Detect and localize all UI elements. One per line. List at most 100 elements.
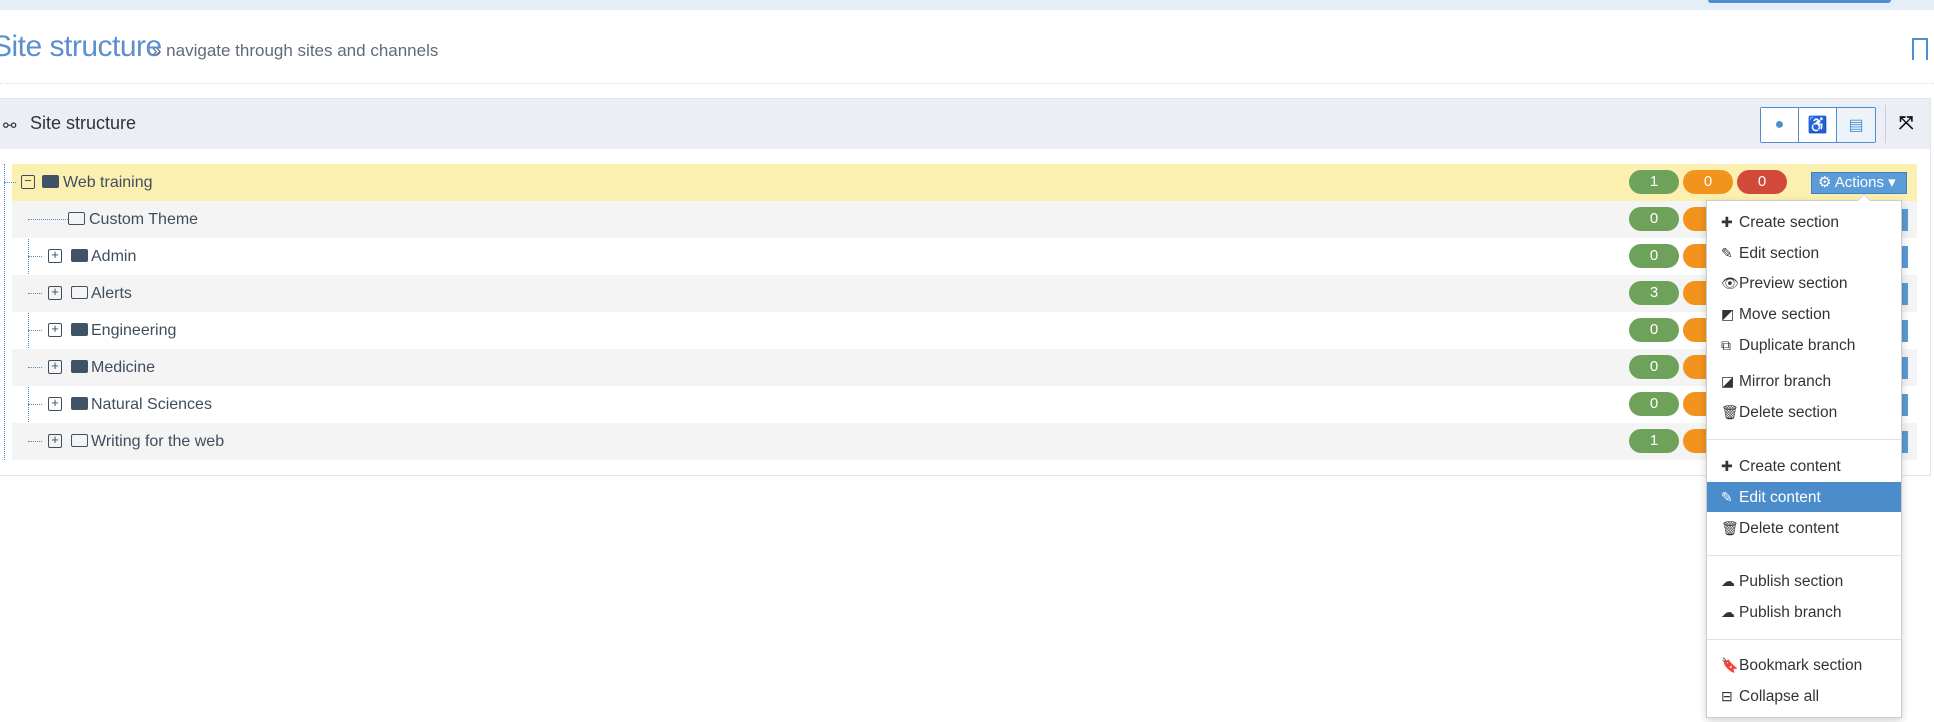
menu-divider bbox=[1707, 439, 1901, 440]
publish-icon: ☁ bbox=[1721, 573, 1735, 589]
mirror-icon: ◪ bbox=[1721, 373, 1735, 389]
menu-item-label: Edit section bbox=[1739, 245, 1820, 262]
tree-line bbox=[28, 256, 42, 257]
caret-down-icon: ▾ bbox=[1884, 174, 1896, 191]
menu-item-create-content[interactable]: ✚ Create content bbox=[1707, 451, 1901, 481]
tree-row[interactable]: + Alerts 3 bbox=[12, 275, 1917, 312]
count-badge: 0 bbox=[1737, 170, 1787, 194]
expand-toggle-icon[interactable]: + bbox=[48, 248, 62, 263]
collapse-toggle-icon[interactable]: − bbox=[21, 174, 35, 189]
tree-line bbox=[28, 367, 42, 368]
fullscreen-icon[interactable]: ⤧ bbox=[1899, 113, 1913, 134]
move-icon: ◩ bbox=[1721, 306, 1735, 322]
tree-label[interactable]: Alerts bbox=[91, 285, 132, 303]
tree-label[interactable]: Custom Theme bbox=[89, 211, 198, 229]
menu-item-publish-branch[interactable]: ☁ Publish branch bbox=[1707, 597, 1901, 627]
preview-icon: 👁 bbox=[1721, 275, 1739, 291]
tree-label[interactable]: Natural Sciences bbox=[91, 396, 212, 414]
menu-item-move-section[interactable]: ◩ Move section bbox=[1707, 299, 1901, 329]
count-badge: 0 bbox=[1683, 170, 1733, 194]
actions-button[interactable] bbox=[1902, 320, 1908, 342]
edit-icon: ✎ bbox=[1721, 245, 1733, 261]
tree-row[interactable]: + Natural Sciences 0 bbox=[12, 386, 1917, 423]
actions-button[interactable] bbox=[1902, 283, 1908, 305]
tree-row[interactable]: + Engineering 0 bbox=[12, 312, 1917, 349]
menu-item-label: Duplicate branch bbox=[1739, 337, 1856, 354]
delete-icon: 🗑 bbox=[1721, 520, 1739, 536]
menu-item-label: Edit content bbox=[1739, 489, 1821, 506]
folder-icon bbox=[71, 249, 88, 262]
actions-button[interactable]: ⚙ Actions ▾ bbox=[1811, 172, 1907, 194]
folder-open-icon bbox=[68, 212, 85, 225]
expand-toggle-icon[interactable]: + bbox=[48, 359, 62, 374]
menu-item-collapse-all[interactable]: ⊟ Collapse all bbox=[1707, 681, 1901, 711]
panel-header: ⚯ Site structure ● ♿ ▤ ⤧ bbox=[0, 99, 1930, 149]
tree-line bbox=[28, 330, 42, 331]
actions-button[interactable] bbox=[1902, 357, 1908, 379]
wheelchair-icon[interactable]: ♿ bbox=[1799, 108, 1837, 142]
menu-item-label: Delete content bbox=[1739, 520, 1839, 537]
menu-item-preview-section[interactable]: 👁Preview section bbox=[1707, 268, 1901, 298]
menu-item-label: Publish branch bbox=[1739, 604, 1842, 621]
actions-button[interactable] bbox=[1902, 394, 1908, 416]
count-badge: 0 bbox=[1629, 355, 1679, 379]
tree-label[interactable]: Web training bbox=[63, 174, 153, 192]
menu-divider bbox=[1707, 555, 1901, 556]
menu-item-label: Delete section bbox=[1739, 404, 1838, 421]
tree-label[interactable]: Admin bbox=[91, 248, 136, 266]
menu-item-label: Create section bbox=[1739, 214, 1839, 231]
tree-row-root[interactable]: − Web training 1 0 0 ⚙ Actions ▾ bbox=[4, 164, 1917, 201]
actions-button[interactable] bbox=[1902, 209, 1908, 231]
folder-icon bbox=[71, 397, 88, 410]
expand-toggle-icon[interactable]: + bbox=[48, 322, 62, 337]
menu-item-label: Move section bbox=[1739, 306, 1831, 323]
tree-row[interactable]: + Admin 0 bbox=[12, 238, 1917, 275]
create-icon: ✚ bbox=[1721, 458, 1733, 474]
menu-item-duplicate-branch[interactable]: ⧉ Duplicate branch bbox=[1707, 330, 1901, 360]
actions-button[interactable] bbox=[1902, 246, 1908, 268]
top-bar bbox=[0, 0, 1934, 10]
count-badge: 0 bbox=[1629, 392, 1679, 416]
count-badge: 0 bbox=[1629, 318, 1679, 342]
folder-icon bbox=[71, 323, 88, 336]
top-button[interactable] bbox=[1708, 0, 1891, 3]
expand-toggle-icon[interactable]: + bbox=[48, 285, 62, 300]
globe-icon[interactable]: ● bbox=[1761, 108, 1799, 142]
expand-toggle-icon[interactable]: + bbox=[48, 396, 62, 411]
folder-open-icon bbox=[71, 286, 88, 299]
tree-row[interactable]: Custom Theme 0 bbox=[12, 201, 1917, 238]
tree-row[interactable]: + Writing for the web 1 bbox=[12, 423, 1917, 460]
tree-label[interactable]: Writing for the web bbox=[91, 433, 224, 451]
menu-item-delete-section[interactable]: 🗑Delete section bbox=[1707, 397, 1901, 427]
count-badge: 1 bbox=[1629, 170, 1679, 194]
menu-item-create-section[interactable]: ✚ Create section bbox=[1707, 207, 1901, 237]
delete-icon: 🗑 bbox=[1721, 404, 1739, 420]
sitemap-icon: ⚯ bbox=[3, 118, 17, 135]
menu-item-delete-content[interactable]: 🗑Delete content bbox=[1707, 513, 1901, 543]
folder-open-icon bbox=[71, 434, 88, 447]
actions-button[interactable] bbox=[1902, 431, 1908, 453]
tree-label[interactable]: Engineering bbox=[91, 322, 176, 340]
folder-icon bbox=[71, 360, 88, 373]
menu-item-label: Collapse all bbox=[1739, 688, 1820, 705]
menu-item-mirror-branch[interactable]: ◪ Mirror branch bbox=[1707, 366, 1901, 396]
expand-toggle-icon[interactable]: + bbox=[48, 433, 62, 448]
menu-item-publish-section[interactable]: ☁ Publish section bbox=[1707, 566, 1901, 596]
document-icon[interactable]: ▤ bbox=[1837, 108, 1875, 142]
count-badge: 0 bbox=[1629, 244, 1679, 268]
bookmark-icon[interactable] bbox=[1912, 38, 1928, 62]
tree-line bbox=[28, 441, 42, 442]
page-subtitle: » navigate through sites and channels bbox=[152, 41, 439, 60]
publish-icon: ☁ bbox=[1721, 604, 1735, 620]
menu-item-bookmark-section[interactable]: 🔖Bookmark section bbox=[1707, 650, 1901, 680]
gear-icon: ⚙ bbox=[1818, 174, 1835, 191]
tree-label[interactable]: Medicine bbox=[91, 359, 155, 377]
tree-row[interactable]: + Medicine 0 bbox=[12, 349, 1917, 386]
actions-dropdown-menu: ✚ Create section ✎ Edit section 👁Preview sec… bbox=[1706, 194, 1902, 718]
menu-item-edit-section[interactable]: ✎ Edit section bbox=[1707, 238, 1901, 268]
menu-item-edit-content[interactable]: ✎ Edit content bbox=[1707, 482, 1901, 512]
tree-line bbox=[28, 219, 68, 220]
actions-label: Actions bbox=[1834, 174, 1884, 191]
page-title: Site structure bbox=[0, 30, 162, 63]
count-badge: 0 bbox=[1629, 207, 1679, 231]
